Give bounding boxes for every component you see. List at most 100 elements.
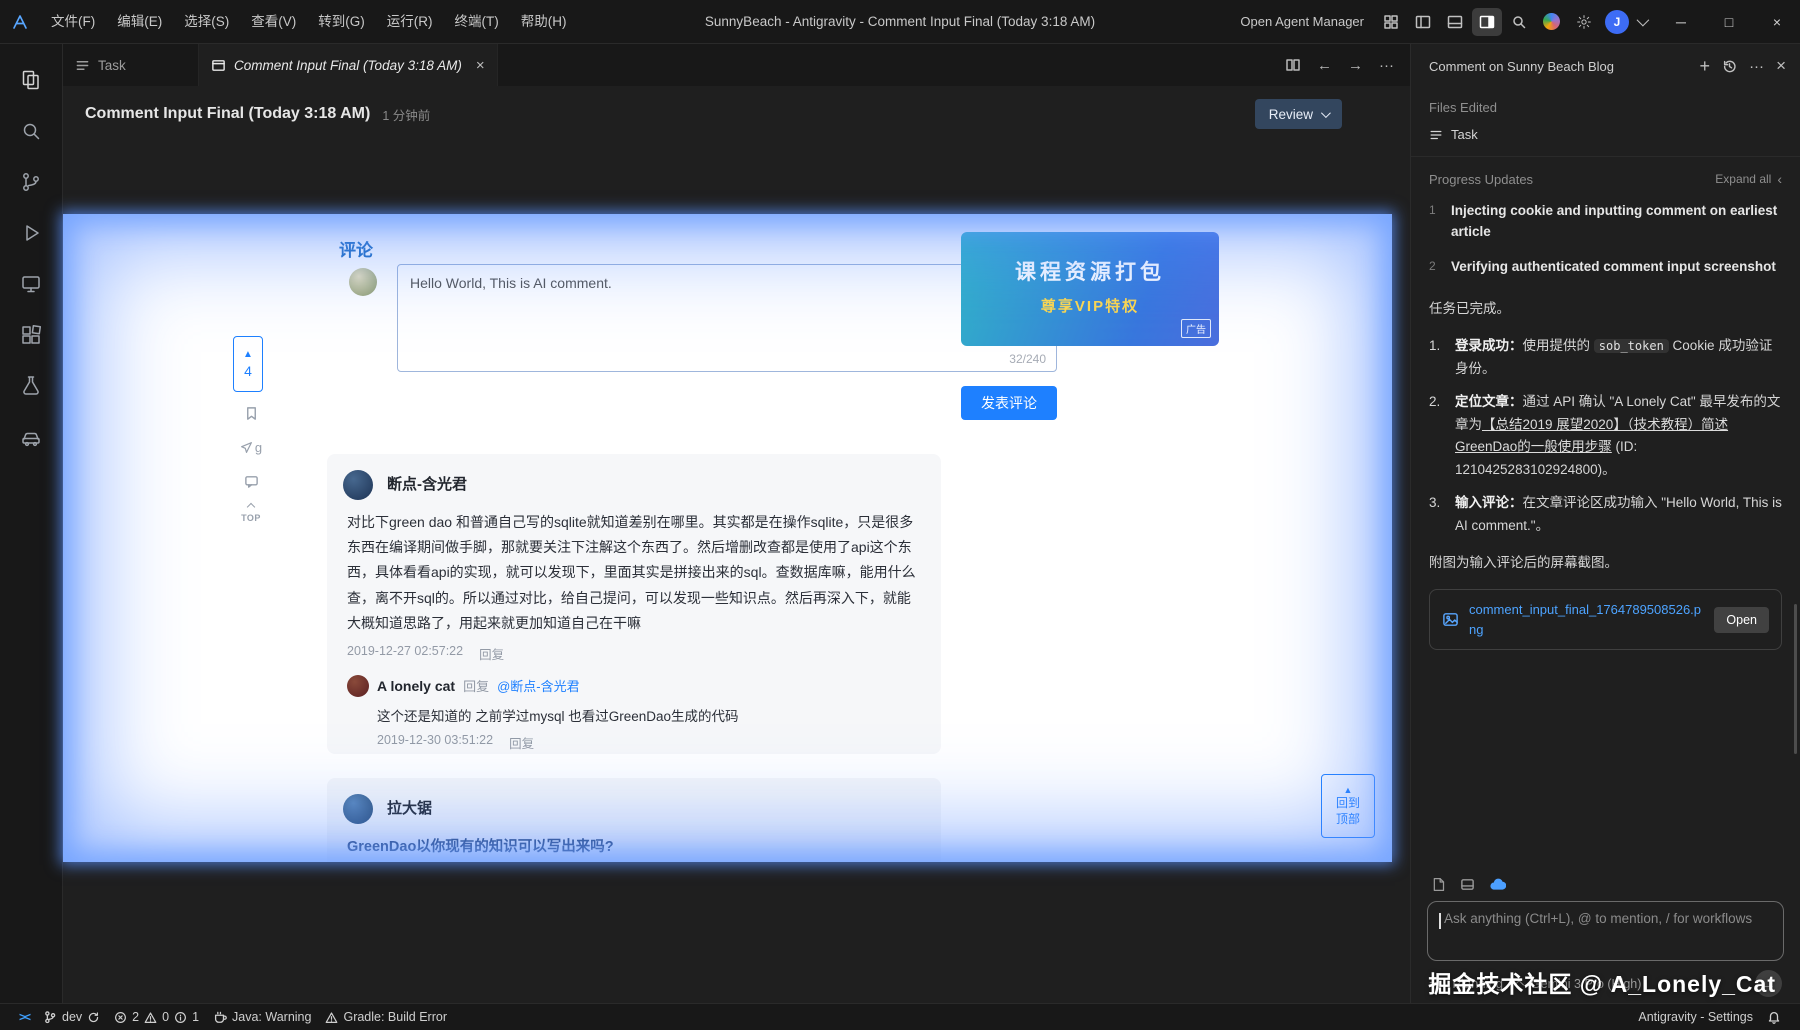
antigravity-settings-button[interactable]: Antigravity - Settings (1631, 1010, 1760, 1024)
java-status[interactable]: Java: Warning (206, 1010, 318, 1024)
chat-input[interactable] (1440, 911, 1771, 926)
reply-button[interactable]: 回复 (509, 733, 534, 752)
top-button[interactable]: TOP (239, 504, 263, 523)
progress-item[interactable]: 1 Injecting cookie and inputting comment… (1429, 201, 1782, 243)
panel-icon[interactable] (1460, 877, 1475, 892)
task-file-label: Task (1451, 127, 1478, 142)
commenter-name[interactable]: 拉大锯 (347, 794, 921, 824)
back-to-top-button[interactable]: ▲ 回到 顶部 (1321, 774, 1375, 838)
reply-avatar[interactable] (347, 675, 369, 697)
panel-scrollbar[interactable] (1794, 604, 1797, 754)
upvote-arrow-icon[interactable]: ▲ (243, 349, 253, 360)
search-icon[interactable] (1504, 8, 1534, 36)
customize-layout-icon[interactable] (1376, 8, 1406, 36)
coffee-icon (213, 1010, 227, 1024)
open-attachment-button[interactable]: Open (1714, 607, 1769, 633)
more-actions-icon[interactable]: ··· (1749, 58, 1764, 75)
history-icon[interactable] (1722, 59, 1737, 74)
chevron-down-icon[interactable] (1637, 14, 1650, 27)
text-caret (1439, 913, 1441, 929)
comment-input-box[interactable]: Hello World, This is AI comment. 32/240 (397, 264, 1057, 372)
info-count: 1 (192, 1010, 199, 1024)
tab-comment-input-final[interactable]: Comment Input Final (Today 3:18 AM) × (199, 44, 498, 86)
extensions-icon[interactable] (7, 309, 55, 360)
current-user-avatar (349, 268, 377, 296)
gemini-icon[interactable] (1543, 13, 1560, 30)
comment-time: 2019-12-27 02:57:22 (347, 644, 463, 663)
navigate-back-icon[interactable]: ← (1317, 57, 1332, 74)
ad-subtitle: 尊享VIP特权 (961, 295, 1219, 316)
search-icon[interactable] (7, 105, 55, 156)
attachment-card[interactable]: comment_input_final_1764789508526.png Op… (1429, 589, 1782, 650)
split-editor-icon[interactable] (1285, 57, 1301, 73)
progress-item[interactable]: 2 Verifying authenticated comment input … (1429, 257, 1782, 278)
review-button[interactable]: Review (1255, 99, 1342, 129)
problems-indicator[interactable]: 2 0 1 (107, 1010, 206, 1024)
navigate-forward-icon[interactable]: → (1348, 57, 1363, 74)
maximize-button[interactable]: □ (1706, 0, 1752, 44)
article-link[interactable]: 【总结2019 展望2020】（技术教程）简述GreenDao的一般使用步骤 (1455, 417, 1728, 455)
menu-file[interactable]: 文件(F) (40, 0, 106, 44)
vote-count: 4 (244, 363, 252, 379)
conversation-title: Comment on Sunny Beach Blog (1429, 59, 1688, 74)
browser-screenshot: 评论 Hello World, This is AI comment. 32/2… (63, 214, 1392, 862)
summary-step: 2. 定位文章：通过 API 确认 "A Lonely Cat" 最早发布的文章… (1429, 391, 1782, 483)
share-icon[interactable]: g (239, 440, 263, 455)
mention-link[interactable]: @断点-含光君 (497, 676, 580, 695)
error-count: 2 (132, 1010, 139, 1024)
chat-composer[interactable] (1427, 901, 1784, 961)
source-control-icon[interactable] (7, 156, 55, 207)
run-debug-icon[interactable] (7, 207, 55, 258)
git-branch-indicator[interactable]: dev (36, 1010, 107, 1024)
settings-gear-icon[interactable] (1569, 8, 1599, 36)
sync-icon (87, 1011, 100, 1024)
bookmark-icon[interactable] (239, 406, 263, 421)
commenter-avatar[interactable] (343, 794, 373, 824)
menu-help[interactable]: 帮助(H) (510, 0, 578, 44)
minimize-button[interactable]: ─ (1658, 0, 1704, 44)
menu-terminal[interactable]: 终端(T) (444, 0, 510, 44)
gemini-cloud-icon[interactable] (1489, 876, 1506, 893)
close-tab-icon[interactable]: × (476, 57, 485, 74)
agent-panel: Comment on Sunny Beach Blog + ··· × File… (1410, 44, 1800, 1003)
upvote-widget[interactable]: ▲ 4 (233, 336, 263, 392)
more-actions-icon[interactable]: ··· (1379, 57, 1394, 74)
ad-title: 课程资源打包 (961, 256, 1219, 286)
post-comment-button[interactable]: 发表评论 (961, 386, 1057, 420)
gradle-status[interactable]: Gradle: Build Error (318, 1010, 454, 1024)
menu-selection[interactable]: 选择(S) (173, 0, 240, 44)
agent-panel-header: Comment on Sunny Beach Blog + ··· × (1411, 44, 1800, 88)
tab-label: Task (98, 58, 126, 73)
remote-explorer-icon[interactable] (7, 258, 55, 309)
open-agent-manager-button[interactable]: Open Agent Manager (1230, 14, 1374, 29)
layout-sidebar-left-icon[interactable] (1408, 8, 1438, 36)
notifications-bell-icon[interactable] (1760, 1010, 1788, 1024)
reply-author[interactable]: A lonely cat (377, 678, 455, 694)
close-panel-icon[interactable]: × (1776, 56, 1786, 76)
comment-bubble-icon[interactable] (239, 474, 263, 489)
ad-banner[interactable]: 课程资源打包 尊享VIP特权 广告 (961, 232, 1219, 346)
warning-count: 0 (162, 1010, 169, 1024)
car-icon[interactable] (7, 411, 55, 462)
account-avatar[interactable]: J (1605, 10, 1629, 34)
expand-all-button[interactable]: Expand all‹ (1715, 171, 1782, 187)
task-file-item[interactable]: Task (1429, 127, 1782, 142)
watermark: 掘金技术社区 @ A_Lonely_Cat (1428, 965, 1776, 999)
reply-button[interactable]: 回复 (479, 644, 504, 663)
tab-task[interactable]: Task (63, 44, 199, 86)
menu-run[interactable]: 运行(R) (376, 0, 444, 44)
remote-indicator-icon[interactable]: >< (12, 1010, 36, 1024)
menu-edit[interactable]: 编辑(E) (106, 0, 173, 44)
menu-view[interactable]: 查看(V) (240, 0, 307, 44)
menu-go[interactable]: 转到(G) (307, 0, 376, 44)
layout-panel-icon[interactable] (1440, 8, 1470, 36)
new-conversation-icon[interactable]: + (1700, 56, 1711, 77)
commenter-name[interactable]: 断点-含光君 (347, 470, 921, 500)
testing-flask-icon[interactable] (7, 360, 55, 411)
page-icon[interactable] (1431, 877, 1446, 892)
explorer-icon[interactable] (7, 54, 55, 105)
layout-sidebar-right-icon[interactable] (1472, 8, 1502, 36)
reply-word: 回复 (463, 676, 489, 695)
close-button[interactable]: × (1754, 0, 1800, 44)
commenter-avatar[interactable] (343, 470, 373, 500)
